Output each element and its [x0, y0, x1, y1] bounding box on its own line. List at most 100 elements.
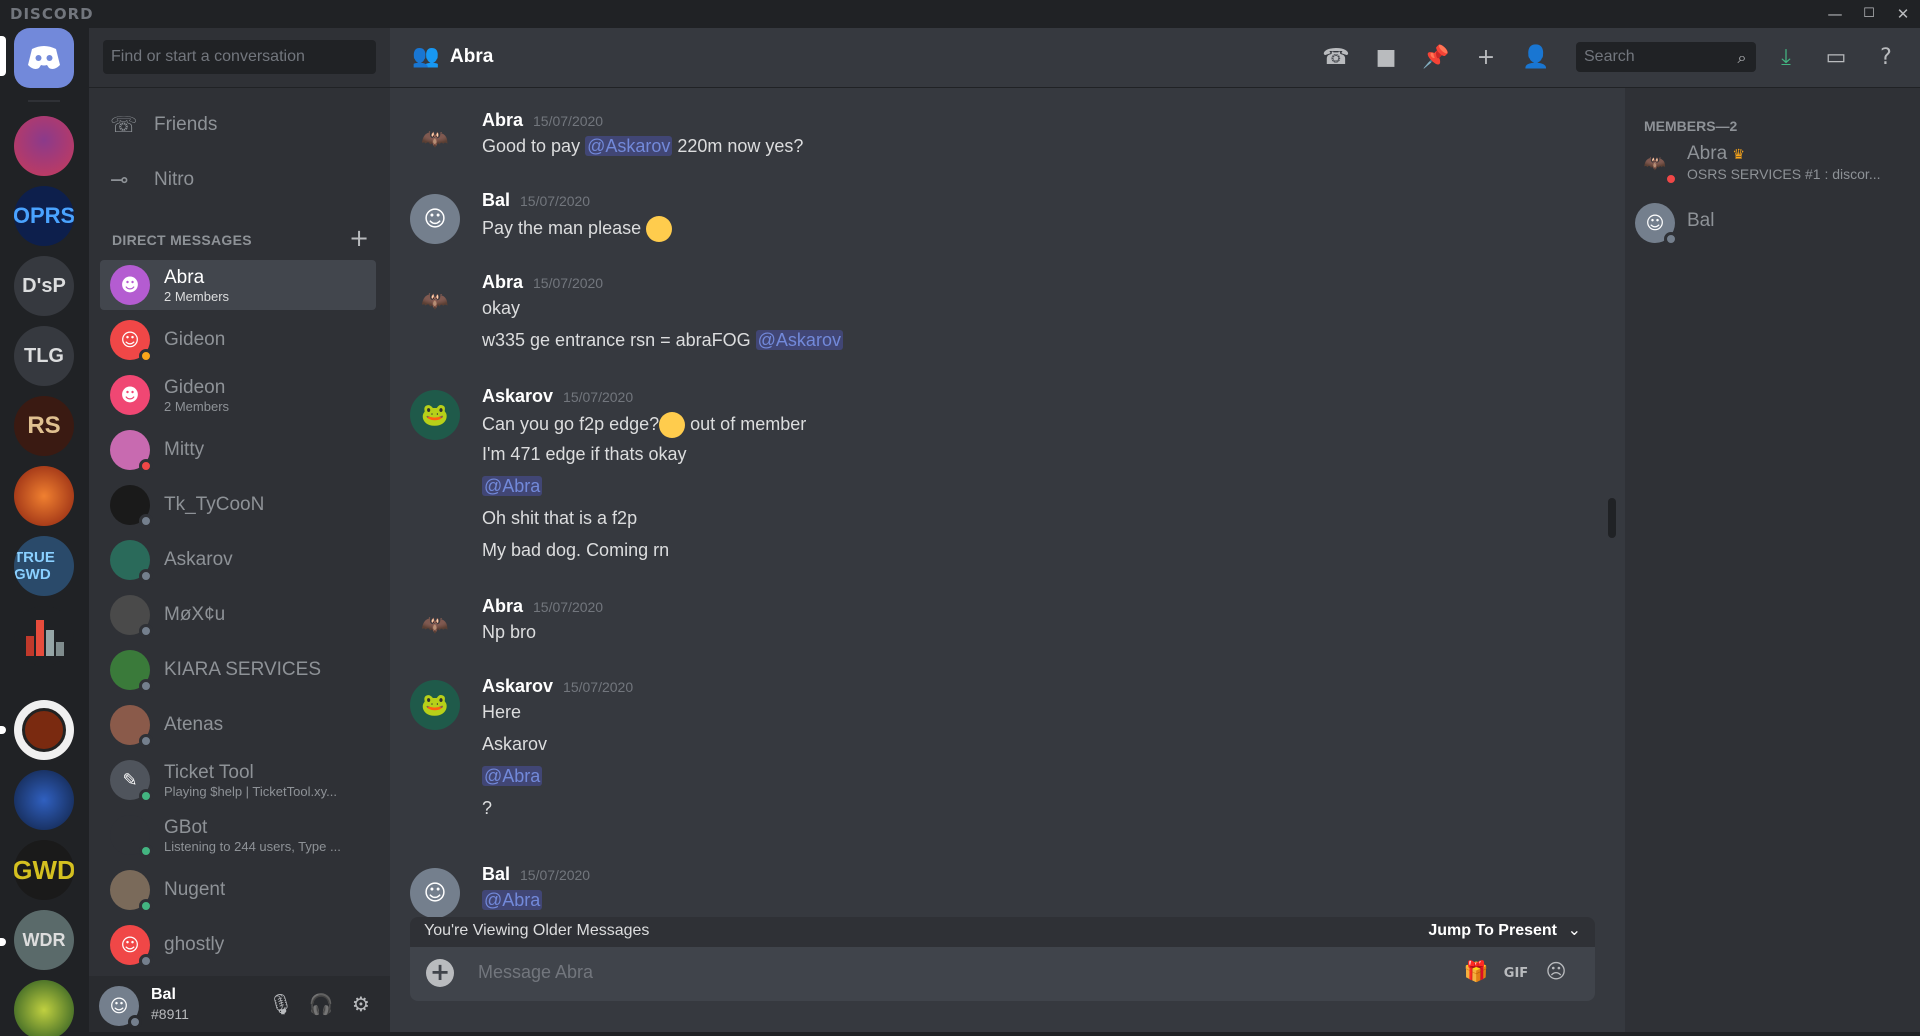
- server-icon-oprs[interactable]: OPRS: [14, 186, 74, 246]
- user-mention[interactable]: @Abra: [482, 766, 543, 786]
- upload-plus-icon[interactable]: +: [426, 959, 454, 987]
- user-avatar[interactable]: ☺: [99, 986, 142, 1029]
- avatar: [110, 430, 153, 473]
- message-text: Pay the man please: [482, 216, 673, 242]
- avatar[interactable]: 🦇: [410, 600, 460, 650]
- server-icon-wdr[interactable]: WDR: [14, 910, 74, 970]
- scrollbar-thumb[interactable]: [1608, 498, 1616, 538]
- download-icon[interactable]: ⤓: [1770, 42, 1802, 74]
- dm-name: Askarov: [164, 549, 233, 570]
- dm-item-askarov[interactable]: Askarov: [100, 535, 376, 585]
- microphone-icon[interactable]: 🎙: [265, 992, 297, 1020]
- avatar[interactable]: 🦇: [410, 276, 460, 326]
- home-button[interactable]: [14, 28, 74, 88]
- message-input[interactable]: Message Abra: [478, 962, 593, 983]
- add-friends-icon[interactable]: +: [1470, 42, 1502, 74]
- nav-nitro[interactable]: ⊸ Nitro: [100, 155, 376, 205]
- gif-button[interactable]: GIF: [1500, 959, 1532, 989]
- server-icon-tlg[interactable]: TLG: [14, 326, 74, 386]
- message-author[interactable]: Abra 15/07/2020: [482, 110, 603, 131]
- server-icon[interactable]: [14, 700, 74, 760]
- dm-item-ghostly[interactable]: ☺ ghostly: [100, 920, 376, 970]
- dm-item-tk-tycoon[interactable]: Tk_TyCooN: [100, 480, 376, 530]
- dm-item-gideon-group[interactable]: ☻ Gideon 2 Members: [100, 370, 376, 420]
- user-mention[interactable]: @Askarov: [755, 330, 843, 350]
- gift-icon[interactable]: 🎁: [1460, 959, 1492, 989]
- dnd-status-icon: [1664, 172, 1678, 186]
- dm-item-mitty[interactable]: Mitty: [100, 425, 376, 475]
- chevron-down-icon: ⌄: [1567, 920, 1581, 939]
- member-name: Abra ♛: [1687, 143, 1745, 164]
- settings-gear-icon[interactable]: ⚙: [345, 992, 377, 1020]
- server-icon[interactable]: [14, 770, 74, 830]
- message-timestamp: 15/07/2020: [563, 389, 634, 405]
- nav-friends[interactable]: ☏ Friends: [100, 100, 376, 150]
- message-author[interactable]: Askarov 15/07/2020: [482, 386, 633, 407]
- avatar[interactable]: 🐸: [410, 390, 460, 440]
- dm-item-atenas[interactable]: Atenas: [100, 700, 376, 750]
- pinned-messages-icon[interactable]: 📌: [1420, 42, 1452, 74]
- server-icon-truegwd[interactable]: TRUE GWD: [14, 536, 74, 596]
- message-author[interactable]: Bal 15/07/2020: [482, 190, 590, 211]
- avatar[interactable]: 🦇: [410, 114, 460, 164]
- dm-item-nugent[interactable]: Nugent: [100, 865, 376, 915]
- create-dm-plus-icon[interactable]: +: [349, 224, 369, 252]
- dm-item-gbot[interactable]: GBot Listening to 244 users, Type ...: [100, 810, 376, 860]
- inbox-icon[interactable]: ▭: [1820, 42, 1852, 74]
- dm-header: DIRECT MESSAGES: [112, 232, 252, 248]
- server-icon[interactable]: [14, 466, 74, 526]
- maximize-button[interactable]: ☐: [1854, 2, 1884, 26]
- video-call-icon[interactable]: ■: [1370, 42, 1402, 74]
- dm-name: Mitty: [164, 439, 205, 460]
- find-conversation-input[interactable]: Find or start a conversation: [103, 40, 376, 74]
- dm-item-gideon[interactable]: ☺ Gideon: [100, 315, 376, 365]
- older-messages-bar[interactable]: You're Viewing Older Messages Jump To Pr…: [410, 917, 1595, 947]
- message-composer[interactable]: + Message Abra 🎁 GIF ☹: [410, 947, 1595, 1001]
- member-list-icon[interactable]: 👤: [1520, 42, 1552, 74]
- message-timestamp: 15/07/2020: [520, 867, 591, 883]
- headphones-icon[interactable]: 🎧: [305, 992, 337, 1020]
- dm-name: Gideon: [164, 329, 226, 350]
- message-author[interactable]: Bal 15/07/2020: [482, 864, 590, 885]
- avatar[interactable]: ☺: [410, 194, 460, 244]
- avatar: [110, 540, 153, 583]
- dm-item-moxcu[interactable]: MøX¢u: [100, 590, 376, 640]
- server-icon[interactable]: [14, 116, 74, 176]
- user-mention[interactable]: @Askarov: [585, 136, 673, 156]
- dm-item-ticket-tool[interactable]: ✎ Ticket Tool Playing $help | TicketTool.…: [100, 755, 376, 805]
- dm-subtext: 2 Members: [164, 398, 230, 414]
- message-author[interactable]: Abra 15/07/2020: [482, 272, 603, 293]
- offline-status-icon: [139, 679, 153, 693]
- chat-header: 👥 Abra ☎ ■ 📌 + 👤 Search ⌕ ⤓ ▭ ?: [390, 28, 1920, 88]
- avatar[interactable]: ☺: [410, 868, 460, 918]
- avatar[interactable]: 🐸: [410, 680, 460, 730]
- server-icon-rs[interactable]: RS: [14, 396, 74, 456]
- user-mention[interactable]: @Abra: [482, 890, 543, 910]
- server-icon[interactable]: [14, 980, 74, 1036]
- close-button[interactable]: ✕: [1888, 2, 1918, 26]
- dm-item-abra[interactable]: ☻ Abra 2 Members: [100, 260, 376, 310]
- discord-home-icon: [28, 46, 60, 69]
- message-author[interactable]: Askarov 15/07/2020: [482, 676, 633, 697]
- member-abra[interactable]: 🦇 Abra ♛ OSRS SERVICES #1 : discor...: [1635, 140, 1915, 186]
- nitro-icon: ⊸: [110, 167, 129, 192]
- message-author[interactable]: Abra 15/07/2020: [482, 596, 603, 617]
- server-icon-gwd[interactable]: GWD: [14, 840, 74, 900]
- help-icon[interactable]: ?: [1870, 42, 1902, 74]
- slight-smile-emoji-icon: [646, 216, 673, 242]
- member-bal[interactable]: ☺ Bal: [1635, 200, 1915, 246]
- chat-title: Abra: [450, 46, 494, 67]
- dm-name: Atenas: [164, 714, 224, 735]
- user-mention[interactable]: @Abra: [482, 476, 543, 496]
- voice-call-icon[interactable]: ☎: [1320, 42, 1352, 74]
- message-text: Here: [482, 702, 522, 722]
- minimize-button[interactable]: —: [1820, 2, 1850, 26]
- dm-item-kiara-services[interactable]: KIARA SERVICES: [100, 645, 376, 695]
- members-header: MEMBERS—2: [1644, 118, 1738, 134]
- emoji-picker-icon[interactable]: ☹: [1540, 959, 1572, 989]
- server-icon[interactable]: [14, 606, 74, 666]
- idle-status-icon: [139, 349, 153, 363]
- server-icon-dsp[interactable]: D'sP: [14, 256, 74, 316]
- avatar: ☺: [110, 925, 153, 968]
- jump-to-present-button[interactable]: Jump To Present: [1428, 922, 1557, 940]
